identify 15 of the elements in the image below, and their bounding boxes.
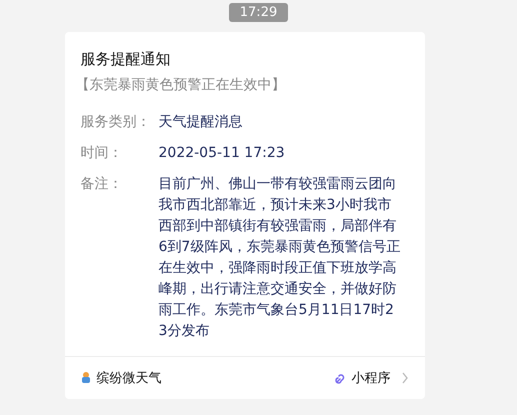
chevron-right-icon xyxy=(400,372,408,384)
field-label: 服务类别： xyxy=(80,113,152,132)
card-subtitle: 【东莞暴雨黄色预警正在生效中】 xyxy=(76,76,286,94)
field-value: 天气提醒消息 xyxy=(158,113,244,132)
link-label: 小程序 xyxy=(352,370,390,387)
timestamp: 17:29 xyxy=(228,3,288,22)
card-title: 服务提醒通知 xyxy=(80,49,172,70)
link-icon xyxy=(334,372,346,384)
app-name: 缤纷微天气 xyxy=(96,370,162,387)
field-label: 备注： xyxy=(80,175,124,194)
app-logo-icon xyxy=(80,371,90,385)
field-value: 2022-05-11 17:23 xyxy=(158,144,286,163)
field-label: 时间： xyxy=(80,144,124,163)
mini-program-footer[interactable]: 缤纷微天气 小程序 xyxy=(64,356,424,399)
field-value: 目前广州、佛山一带有较强雷雨云团向我市西北部靠近，预计未来3小时我市西部到中部镇街有较强雷雨，局部伴有6到7级阵风，东莞暴雨黄色预警信号正在生效中，强降雨时段正值下班放学高峰期，出行请注意交通安全，并做好防雨工作。东莞市气象台5月11日17时23分发布 xyxy=(158,175,400,341)
